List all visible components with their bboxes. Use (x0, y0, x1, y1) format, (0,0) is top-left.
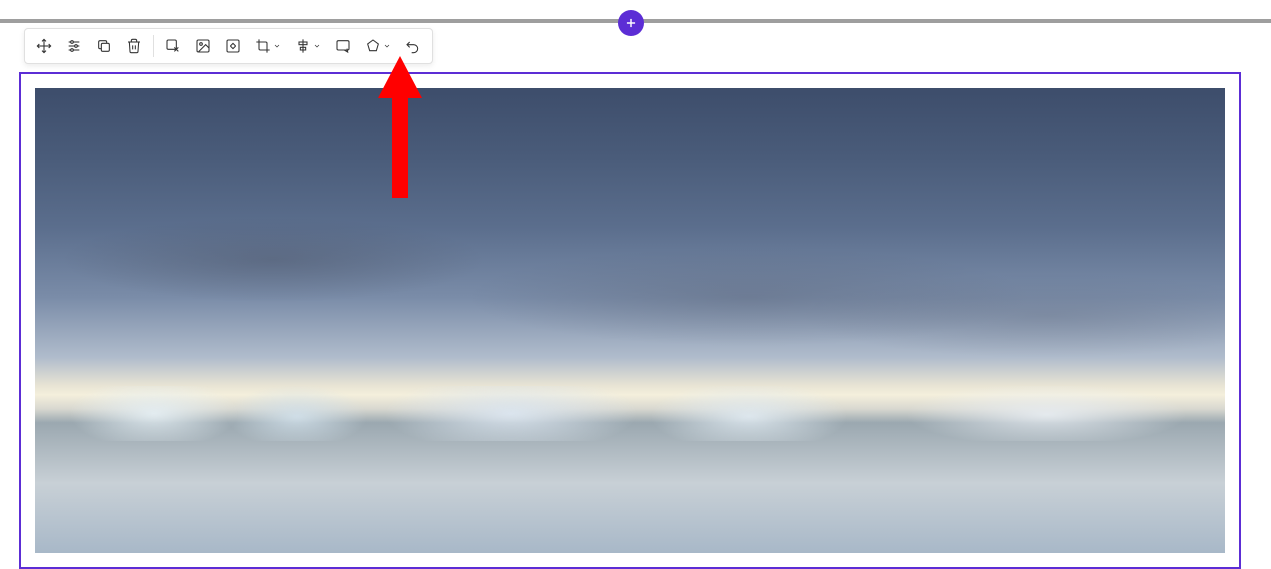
plus-icon (624, 16, 638, 30)
align-icon (295, 38, 311, 54)
chevron-down-icon (383, 42, 391, 50)
move-icon (36, 38, 52, 54)
add-block-button[interactable] (618, 10, 644, 36)
chevron-down-icon (273, 42, 281, 50)
image-content (35, 88, 1225, 553)
selected-image-block[interactable] (19, 72, 1241, 569)
move-button[interactable] (29, 31, 59, 61)
delete-button[interactable] (119, 31, 149, 61)
undo-button[interactable] (398, 31, 428, 61)
caption-button[interactable] (328, 31, 358, 61)
resize-image-button[interactable] (218, 31, 248, 61)
chevron-down-icon (313, 42, 321, 50)
undo-icon (405, 38, 421, 54)
settings-button[interactable] (59, 31, 89, 61)
caption-icon (335, 38, 351, 54)
shape-button[interactable] (358, 31, 398, 61)
duplicate-icon (96, 38, 112, 54)
trash-icon (126, 38, 142, 54)
align-button[interactable] (288, 31, 328, 61)
edit-image-button[interactable] (158, 31, 188, 61)
resize-image-icon (225, 38, 241, 54)
toolbar-separator (153, 35, 154, 57)
duplicate-button[interactable] (89, 31, 119, 61)
settings-icon (66, 38, 82, 54)
crop-button[interactable] (248, 31, 288, 61)
top-separator-region (0, 0, 1271, 23)
crop-icon (255, 38, 271, 54)
image-toolbar (24, 28, 433, 64)
shape-icon (365, 38, 381, 54)
replace-image-icon (195, 38, 211, 54)
edit-image-icon (165, 38, 181, 54)
replace-image-button[interactable] (188, 31, 218, 61)
